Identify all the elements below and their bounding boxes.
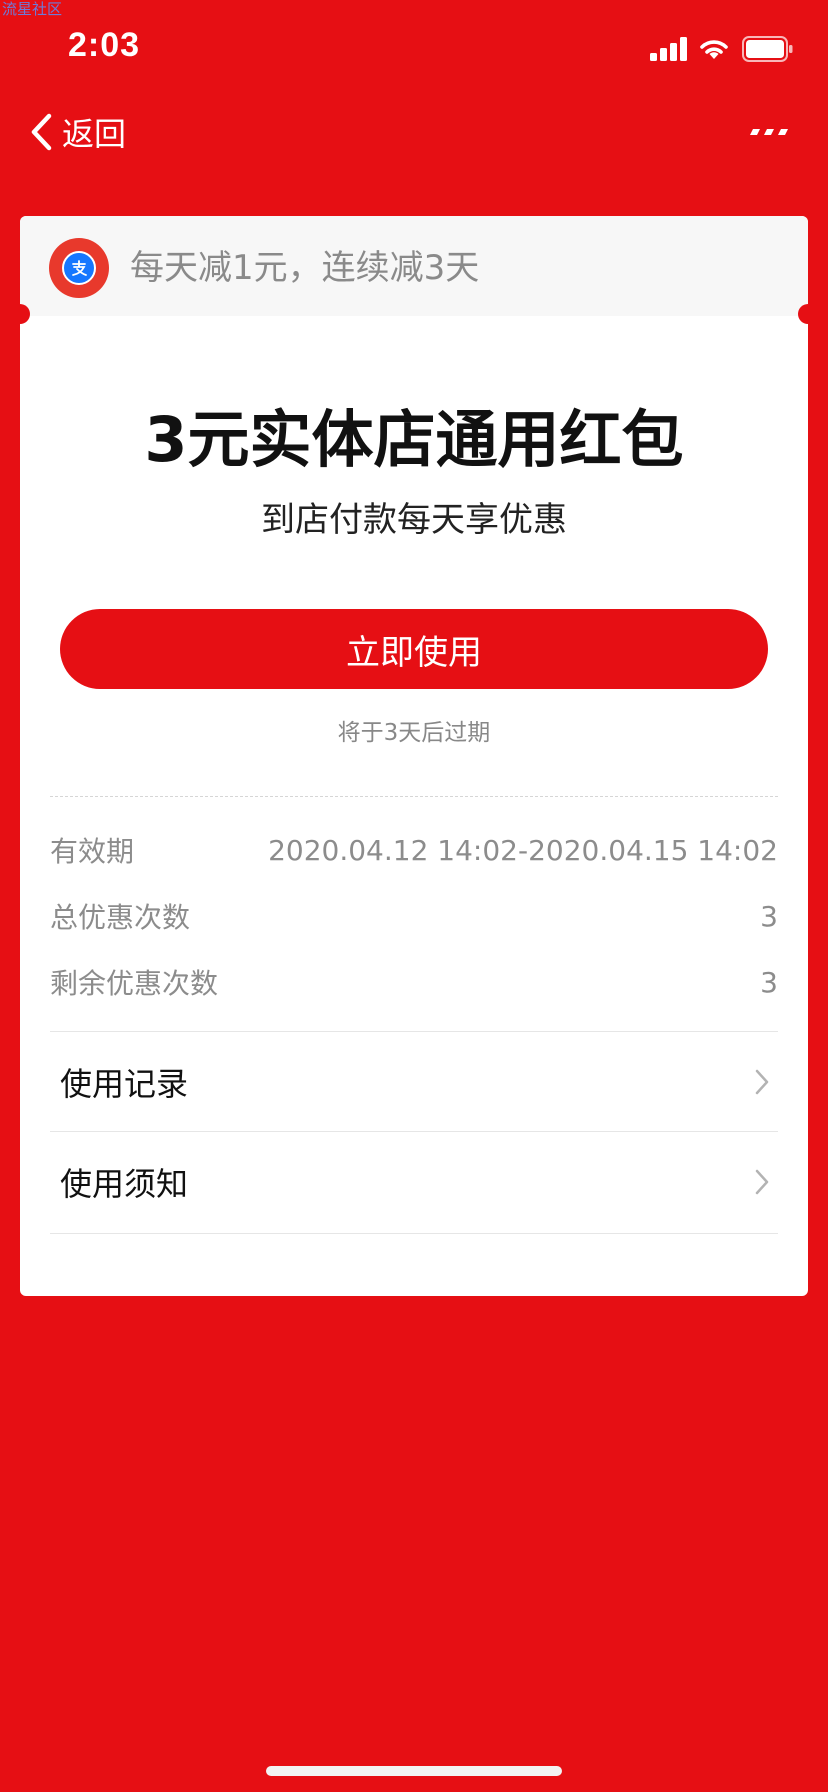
list-item-label: 使用记录 (60, 1065, 189, 1103)
watermark-text: 流星社区 (2, 0, 63, 18)
status-icons (650, 34, 794, 64)
usage-records-item[interactable]: 使用记录 (50, 1032, 778, 1132)
info-row-validity: 有效期 2020.04.12 14:02-2020.04.15 14:02 (50, 828, 778, 872)
chevron-right-icon (755, 1069, 769, 1095)
info-value: 3 (760, 899, 778, 933)
more-button[interactable] (748, 118, 798, 146)
chevron-right-icon (755, 1169, 769, 1195)
info-label: 有效期 (50, 835, 135, 868)
signal-icon (650, 37, 687, 61)
card-header: 每天减1元，连续减3天 (20, 216, 808, 316)
usage-notice-item[interactable]: 使用须知 (50, 1132, 778, 1232)
info-value: 2020.04.12 14:02-2020.04.15 14:02 (268, 833, 778, 867)
dashed-divider (50, 796, 778, 797)
list-item-label: 使用须知 (60, 1165, 189, 1203)
alipay-inner-icon (62, 251, 96, 285)
use-now-button[interactable]: 立即使用 (60, 609, 768, 689)
status-time: 2:03 (68, 26, 141, 64)
coupon-card: 每天减1元，连续减3天 3元实体店通用红包 到店付款每天享优惠 立即使用 将于3… (20, 216, 808, 1296)
info-value: 3 (760, 965, 778, 999)
ticket-notch-right (798, 304, 808, 324)
info-row-remaining-uses: 剩余优惠次数 3 (50, 960, 778, 1004)
expire-note: 将于3天后过期 (337, 720, 491, 746)
more-dots-icon (750, 129, 788, 135)
coupon-title: 3元实体店通用红包 (144, 403, 684, 476)
battery-icon (742, 36, 793, 62)
info-label: 剩余优惠次数 (50, 967, 219, 1000)
wifi-icon (700, 40, 728, 59)
home-indicator[interactable] (266, 1766, 562, 1776)
back-button[interactable]: 返回 (28, 108, 126, 156)
header-text: 每天减1元，连续减3天 (130, 248, 480, 288)
divider (50, 1233, 778, 1234)
chevron-left-icon (31, 113, 52, 151)
info-row-total-uses: 总优惠次数 3 (50, 894, 778, 938)
back-label: 返回 (62, 115, 127, 153)
info-label: 总优惠次数 (50, 901, 191, 934)
alipay-logo-icon (49, 238, 109, 298)
coupon-subtitle: 到店付款每天享优惠 (261, 500, 567, 540)
alipay-glyph-icon (72, 260, 87, 276)
